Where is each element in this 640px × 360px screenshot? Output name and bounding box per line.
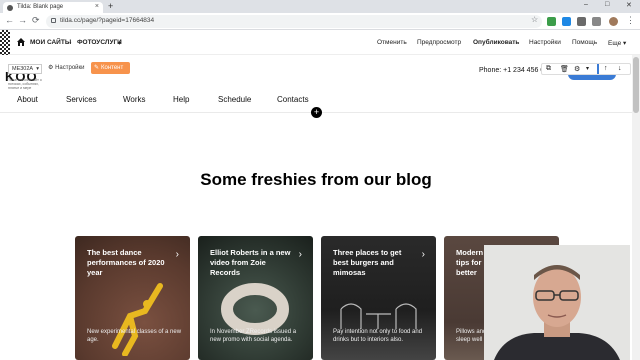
nav-schedule[interactable]: Schedule — [218, 95, 251, 104]
card-title: Elliot Roberts in a new video from Zoie … — [210, 248, 291, 277]
block-id-label: ME302A — [12, 66, 34, 72]
chevron-right-icon: › — [298, 249, 302, 260]
chevron-down-icon: ▾ — [36, 66, 39, 72]
block-settings-label: Настройки — [55, 65, 85, 71]
back-button[interactable]: ← — [5, 15, 14, 25]
card-title: The best dance performances of 2020 year — [87, 248, 165, 277]
new-tab-button[interactable]: + — [108, 1, 113, 11]
forward-button[interactable]: → — [18, 15, 27, 25]
card-description: New experimental classes of a new age. — [87, 329, 182, 343]
project-caret-icon[interactable]: ▾ — [118, 39, 121, 47]
content-button-label: Контент — [101, 65, 124, 71]
extension-icon[interactable] — [562, 17, 571, 26]
chevron-down-icon[interactable]: ▾ — [586, 65, 589, 72]
my-sites-link[interactable]: МОИ САЙТЫ — [30, 39, 71, 46]
browser-tab-bar: Tilda: Blank page × + – □ ✕ — [0, 0, 640, 13]
block-actions: ⧉ 🗑 ⚙ ▾ ↑ ↓ — [541, 63, 631, 75]
move-up-icon[interactable]: ↑ — [604, 65, 608, 72]
close-window-button[interactable]: ✕ — [626, 1, 632, 9]
pencil-icon: ✎ — [94, 65, 100, 71]
nav-contacts[interactable]: Contacts — [277, 95, 309, 104]
browser-tab[interactable]: Tilda: Blank page × — [3, 2, 103, 13]
block-settings-button[interactable]: ⚙ Настройки — [48, 64, 85, 71]
presenter-video — [484, 245, 630, 360]
nav-about[interactable]: About — [17, 95, 38, 104]
help-link[interactable]: Помощь — [572, 39, 597, 46]
card-description: In November ZRecords issued a new promo … — [210, 329, 297, 343]
checker-decoration — [0, 30, 10, 55]
undo-button[interactable]: Отменить — [377, 39, 407, 46]
avatar[interactable] — [609, 17, 618, 26]
extensions-puzzle-icon[interactable] — [592, 17, 601, 26]
webcam-overlay — [484, 245, 630, 360]
browser-toolbar: ← → ⟳ tilda.cc/page/?pageid=17664834 ☆ ⋮ — [0, 13, 640, 30]
delete-icon[interactable]: 🗑 — [560, 65, 569, 73]
lock-icon — [51, 18, 56, 23]
tab-close-icon[interactable]: × — [95, 3, 99, 10]
card-title: Three places to get best burgers and mim… — [333, 248, 402, 277]
chairs-image — [340, 303, 417, 329]
blog-card[interactable]: Three places to get best burgers and mim… — [321, 236, 436, 360]
add-block-button[interactable]: + — [311, 107, 322, 118]
settings-link[interactable]: Настройки — [529, 39, 561, 46]
nav-works[interactable]: Works — [123, 95, 146, 104]
home-icon[interactable] — [17, 38, 25, 46]
tilda-editor-bar: МОИ САЙТЫ → ФОТОУСЛУГИ ▾ Отменить Предпр… — [0, 30, 640, 55]
preview-button[interactable]: Предпросмотр — [417, 39, 461, 46]
blog-heading: Some freshies from our blog — [200, 170, 432, 189]
blog-card[interactable]: Elliot Roberts in a new video from Zoie … — [198, 236, 313, 360]
blog-card[interactable]: The best dance performances of 2020 year… — [75, 236, 190, 360]
card-description: Pay intention not only to food and drink… — [333, 329, 423, 343]
block-toolbar: KOO Тематический сайт о потоках, события… — [0, 55, 640, 90]
scrollbar-thumb[interactable] — [633, 57, 639, 113]
dancer-image — [112, 283, 163, 356]
nav-services[interactable]: Services — [66, 95, 97, 104]
tab-title: Tilda: Blank page — [17, 4, 64, 10]
bookmark-star-icon[interactable]: ☆ — [531, 15, 538, 24]
phone-number: Phone: +1 234 456 6 — [479, 67, 545, 74]
gear-icon: ⚙ — [48, 65, 54, 71]
breadcrumb-arrow: → — [66, 39, 73, 46]
url-text: tilda.cc/page/?pageid=17664834 — [60, 17, 155, 24]
reload-button[interactable]: ⟳ — [32, 15, 40, 26]
extension-icon[interactable] — [577, 17, 586, 26]
block-id-select[interactable]: ME302A ▾ — [8, 64, 42, 74]
project-link[interactable]: ФОТОУСЛУГИ — [77, 39, 122, 46]
more-menu[interactable]: Еще ▾ — [608, 39, 626, 47]
drag-handle[interactable] — [597, 64, 599, 74]
browser-menu-icon[interactable]: ⋮ — [626, 15, 635, 26]
gear-icon[interactable]: ⚙ — [574, 65, 580, 73]
nav-help[interactable]: Help — [173, 95, 189, 104]
chevron-right-icon: › — [175, 249, 179, 260]
extension-icon[interactable] — [547, 17, 556, 26]
move-down-icon[interactable]: ↓ — [618, 65, 622, 72]
content-button[interactable]: ✎ Контент — [91, 62, 130, 74]
address-bar[interactable]: tilda.cc/page/?pageid=17664834 — [46, 15, 542, 28]
maximize-button[interactable]: □ — [605, 1, 609, 8]
copy-icon[interactable]: ⧉ — [546, 65, 551, 73]
tilda-favicon-icon — [7, 4, 13, 11]
chevron-right-icon: › — [421, 249, 425, 260]
minimize-button[interactable]: – — [584, 1, 588, 8]
publish-button[interactable]: Опубликовать — [473, 39, 519, 46]
